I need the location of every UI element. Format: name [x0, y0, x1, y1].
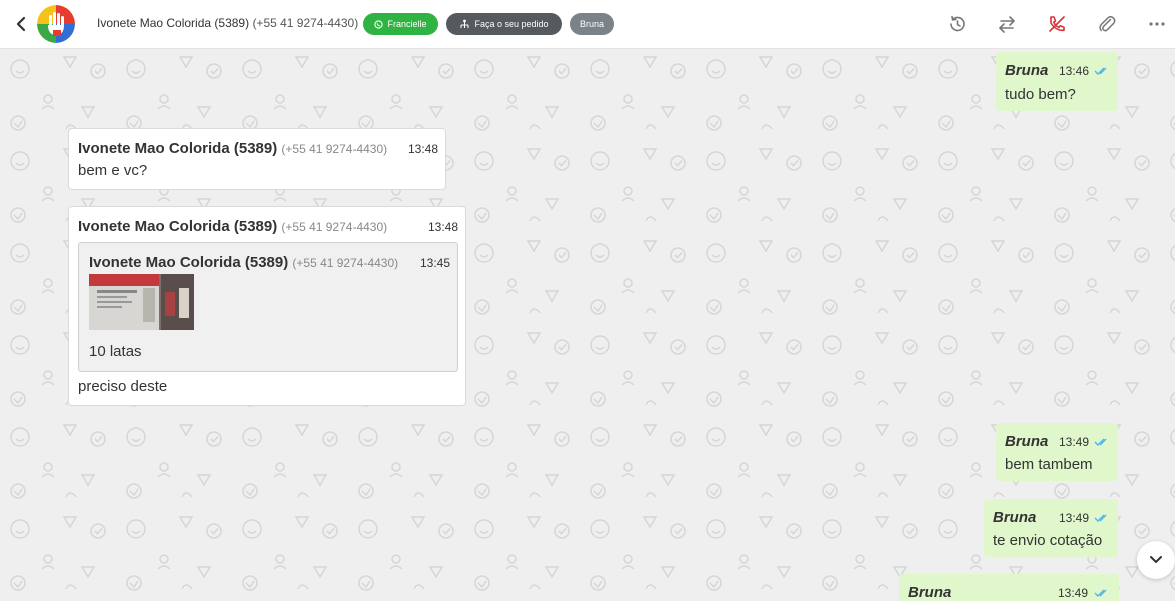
- tag-agent[interactable]: Francielle: [363, 13, 438, 35]
- message-incoming[interactable]: Ivonete Mao Colorida (5389) (+55 41 9274…: [68, 206, 466, 406]
- tag-flow-label: Faça o seu pedido: [474, 19, 549, 29]
- message-sender: Bruna: [908, 584, 952, 601]
- message-time: 13:49: [1059, 435, 1090, 449]
- double-check-icon: [1094, 438, 1107, 446]
- contact-title[interactable]: Ivonete Mao Colorida (5389) (+55 41 9274…: [97, 16, 358, 30]
- more-icon[interactable]: [1146, 13, 1168, 35]
- message-sender-name: Ivonete Mao Colorida (5389): [78, 218, 278, 235]
- message-text: bem tambem: [1005, 456, 1093, 473]
- message-time: 13:46: [1059, 64, 1090, 78]
- chat-header: Ivonete Mao Colorida (5389) (+55 41 9274…: [0, 0, 1175, 49]
- message-sender-phone: (+55 41 9274-4430): [281, 220, 388, 234]
- message-sender: Bruna: [1005, 433, 1049, 450]
- message-text: preciso deste: [78, 378, 168, 395]
- message-sender-phone: (+55 41 9274-4430): [281, 142, 388, 156]
- message-time: 13:48: [428, 220, 459, 234]
- message-sender: Bruna: [1005, 62, 1049, 79]
- message-sender: Ivonete Mao Colorida (5389) (+55 41 9274…: [78, 140, 387, 157]
- quoted-sender-name: Ivonete Mao Colorida (5389): [89, 254, 289, 271]
- message-sender: Bruna: [993, 509, 1037, 526]
- tag-agent-label: Francielle: [387, 19, 427, 29]
- double-check-icon: [1094, 67, 1107, 75]
- message-time: 13:49: [1058, 586, 1089, 600]
- contact-phone: (+55 41 9274-4430): [252, 16, 359, 30]
- flow-icon: [460, 19, 469, 28]
- chat-area[interactable]: Bruna 13:46 tudo bem? Ivonete Mao Colori…: [0, 49, 1175, 601]
- message-text: tudo bem?: [1005, 86, 1076, 103]
- message-outgoing[interactable]: Bruna 13:49: [899, 574, 1119, 601]
- double-check-icon: [1094, 514, 1107, 522]
- tag-owner-label: Bruna: [579, 19, 605, 29]
- quoted-message[interactable]: Ivonete Mao Colorida (5389) (+55 41 9274…: [78, 242, 458, 372]
- message-outgoing[interactable]: Bruna 13:46 tudo bem?: [996, 52, 1118, 111]
- quoted-sender-phone: (+55 41 9274-4430): [292, 256, 399, 270]
- quoted-image-thumbnail[interactable]: [89, 274, 194, 330]
- paperclip-icon[interactable]: [1096, 13, 1118, 35]
- quoted-time: 13:45: [420, 256, 451, 270]
- message-incoming[interactable]: Ivonete Mao Colorida (5389) (+55 41 9274…: [68, 128, 446, 190]
- contact-name: Ivonete Mao Colorida (5389): [97, 16, 250, 30]
- message-text: bem e vc?: [78, 162, 148, 179]
- chevron-down-icon: [1150, 556, 1162, 563]
- quoted-sender: Ivonete Mao Colorida (5389) (+55 41 9274…: [89, 254, 398, 271]
- tag-owner[interactable]: Bruna: [570, 13, 614, 35]
- whatsapp-icon: [374, 19, 384, 29]
- message-sender: Ivonete Mao Colorida (5389) (+55 41 9274…: [78, 218, 387, 235]
- message-text: te envio cotação: [993, 532, 1103, 549]
- message-time: 13:48: [408, 142, 439, 156]
- history-icon[interactable]: [946, 13, 968, 35]
- message-sender-name: Ivonete Mao Colorida (5389): [78, 140, 278, 157]
- message-outgoing[interactable]: Bruna 13:49 bem tambem: [996, 423, 1118, 481]
- message-outgoing[interactable]: Bruna 13:49 te envio cotação: [984, 499, 1118, 557]
- tag-flow[interactable]: Faça o seu pedido: [446, 13, 562, 35]
- scroll-to-bottom-button[interactable]: [1137, 541, 1175, 579]
- transfer-icon[interactable]: [996, 13, 1018, 35]
- end-call-icon[interactable]: [1046, 13, 1068, 35]
- double-check-icon: [1094, 589, 1107, 597]
- back-arrow-icon[interactable]: [12, 13, 30, 35]
- quoted-text: 10 latas: [89, 343, 142, 360]
- contact-avatar[interactable]: [37, 5, 75, 43]
- message-time: 13:49: [1059, 511, 1090, 525]
